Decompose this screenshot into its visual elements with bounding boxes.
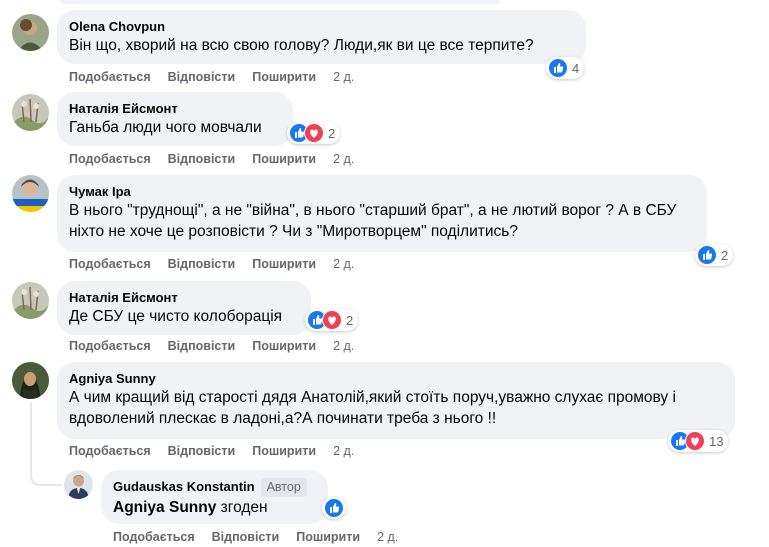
comment-actions: Подобається Відповісти Поширити 2 д. bbox=[69, 70, 371, 84]
comment-actions: Подобається Відповісти Поширити 2 д. bbox=[69, 257, 371, 271]
reply-actions: Подобається Відповісти Поширити 2 д. bbox=[113, 530, 415, 544]
like-reaction-icon bbox=[324, 498, 344, 518]
comment-actions: Подобається Відповісти Поширити 2 д. bbox=[69, 339, 371, 353]
reply-button[interactable]: Відповісти bbox=[212, 530, 280, 544]
share-button[interactable]: Поширити bbox=[296, 530, 360, 544]
share-button[interactable]: Поширити bbox=[252, 339, 316, 353]
author-badge: Автор bbox=[260, 478, 307, 497]
reply-button[interactable]: Відповісти bbox=[168, 257, 236, 271]
share-button[interactable]: Поширити bbox=[252, 152, 316, 166]
comment-author[interactable]: Наталія Ейсмонт bbox=[69, 289, 299, 306]
avatar[interactable] bbox=[12, 362, 49, 399]
reaction-summary[interactable]: 13 bbox=[668, 430, 729, 452]
reply-button[interactable]: Відповісти bbox=[168, 339, 236, 353]
reaction-summary[interactable]: 2 bbox=[287, 122, 341, 144]
avatar[interactable] bbox=[12, 175, 49, 212]
reaction-summary[interactable] bbox=[322, 497, 346, 519]
comment-bubble: Наталія Ейсмонт Ганьба люди чого мовчали bbox=[57, 92, 293, 146]
reply-button[interactable]: Відповісти bbox=[168, 152, 236, 166]
like-button[interactable]: Подобається bbox=[113, 530, 195, 544]
comment-timestamp[interactable]: 2 д. bbox=[333, 339, 354, 353]
like-button[interactable]: Подобається bbox=[69, 152, 151, 166]
like-button[interactable]: Подобається bbox=[69, 339, 151, 353]
reaction-count: 13 bbox=[709, 433, 724, 449]
reaction-summary[interactable]: 2 bbox=[695, 244, 734, 266]
reply-thread-line bbox=[30, 402, 62, 486]
reply-author[interactable]: Gudauskas Konstantin bbox=[113, 479, 255, 494]
comment-author[interactable]: Agniya Sunny bbox=[69, 370, 723, 387]
reply-text-body: згоден bbox=[216, 499, 268, 516]
share-button[interactable]: Поширити bbox=[252, 444, 316, 458]
comment-actions: Подобається Відповісти Поширити 2 д. bbox=[69, 152, 371, 166]
previous-comment-bubble-edge bbox=[60, 0, 500, 4]
comment-actions: Подобається Відповісти Поширити 2 д. bbox=[69, 444, 371, 458]
comment-text: Ганьба люди чого мовчали bbox=[69, 119, 262, 136]
love-reaction-icon bbox=[304, 123, 324, 143]
mention-link[interactable]: Agniya Sunny bbox=[113, 499, 216, 516]
like-button[interactable]: Подобається bbox=[69, 444, 151, 458]
reply-button[interactable]: Відповісти bbox=[168, 444, 236, 458]
comment-timestamp[interactable]: 2 д. bbox=[333, 444, 354, 458]
share-button[interactable]: Поширити bbox=[252, 257, 316, 271]
like-button[interactable]: Подобається bbox=[69, 257, 151, 271]
comment-timestamp[interactable]: 2 д. bbox=[333, 257, 354, 271]
comment-text: А чим кращий від старості дядя Анатолій,… bbox=[69, 389, 681, 427]
reply-author-line: Gudauskas Konstantin Автор bbox=[113, 478, 316, 497]
comment-text: Він що, хворий на всю свою голову? Люди,… bbox=[69, 37, 534, 54]
comment-bubble: Чумак Іра В нього "труднощі", а не "війн… bbox=[57, 175, 707, 252]
comment-bubble: Наталія Ейсмонт Де СБУ це чисто колобора… bbox=[57, 281, 311, 335]
reaction-count: 2 bbox=[328, 125, 336, 141]
reply-button[interactable]: Відповісти bbox=[168, 70, 236, 84]
avatar[interactable] bbox=[12, 282, 49, 319]
comment-bubble: Agniya Sunny А чим кращий від старості д… bbox=[57, 362, 735, 439]
reply-bubble: Gudauskas Konstantin Автор Agniya Sunny з… bbox=[101, 470, 328, 524]
love-reaction-icon bbox=[322, 310, 342, 330]
comment-author[interactable]: Olena Chovpun bbox=[69, 18, 574, 35]
comment-text: Де СБУ це чисто колоборація bbox=[69, 308, 283, 325]
like-reaction-icon bbox=[548, 58, 568, 78]
like-reaction-icon bbox=[697, 245, 717, 265]
comment-author[interactable]: Наталія Ейсмонт bbox=[69, 100, 281, 117]
reaction-summary[interactable]: 4 bbox=[546, 57, 585, 79]
reaction-summary[interactable]: 2 bbox=[305, 309, 359, 331]
share-button[interactable]: Поширити bbox=[252, 70, 316, 84]
love-reaction-icon bbox=[685, 431, 705, 451]
avatar[interactable] bbox=[12, 94, 49, 131]
comment-timestamp[interactable]: 2 д. bbox=[333, 152, 354, 166]
comment-text: В нього "труднощі", а не "війна", в ньог… bbox=[69, 202, 681, 240]
avatar[interactable] bbox=[64, 470, 93, 499]
reaction-count: 2 bbox=[346, 312, 354, 328]
reaction-count: 2 bbox=[721, 247, 729, 263]
avatar[interactable] bbox=[12, 14, 49, 51]
comment-author[interactable]: Чумак Іра bbox=[69, 183, 695, 200]
reply-text: Agniya Sunny згоден bbox=[113, 497, 316, 518]
reaction-count: 4 bbox=[572, 60, 580, 76]
comment-timestamp[interactable]: 2 д. bbox=[333, 70, 354, 84]
like-button[interactable]: Подобається bbox=[69, 70, 151, 84]
comment-bubble: Olena Chovpun Він що, хворий на всю свою… bbox=[57, 10, 586, 64]
reply-timestamp[interactable]: 2 д. bbox=[377, 530, 398, 544]
